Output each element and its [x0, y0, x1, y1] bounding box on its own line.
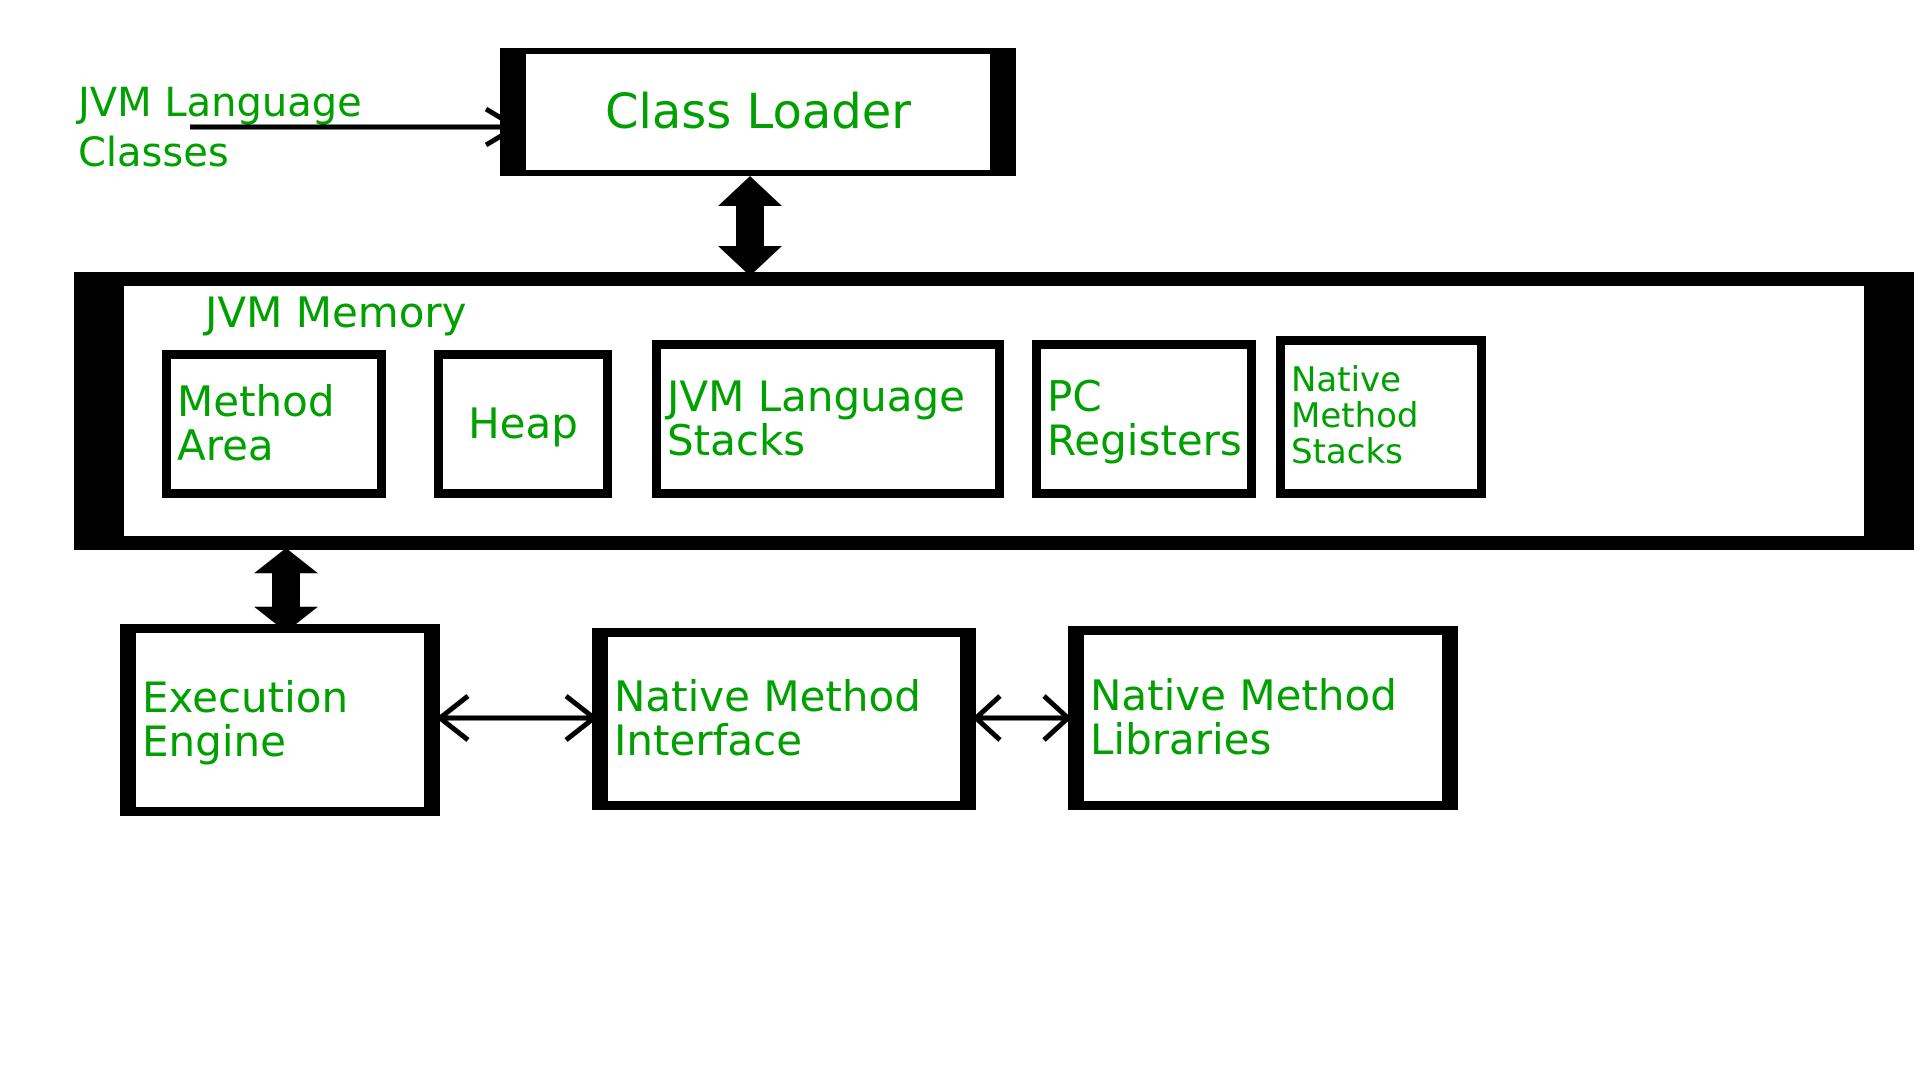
jvm-architecture-diagram: JVM Language Classes Class Loader JVM Me… — [0, 0, 1920, 1080]
memory-cell-heap[interactable]: Heap — [434, 350, 612, 498]
jvm-memory-title: JVM Memory — [205, 288, 467, 337]
native-method-interface-label: Native Method Interface — [614, 671, 921, 765]
method-area-label: Method Area — [177, 376, 335, 470]
memory-cell-native-method-stacks[interactable]: Native Method Stacks — [1276, 336, 1486, 498]
arrow-execution-engine-to-native-method-interface — [435, 694, 599, 742]
jvm-language-stacks-label: JVM Language Stacks — [667, 371, 965, 465]
native-method-interface-box[interactable]: Native Method Interface — [592, 628, 976, 810]
native-method-libraries-label: Native Method Libraries — [1090, 670, 1397, 764]
memory-cell-method-area[interactable]: Method Area — [162, 350, 386, 498]
memory-cell-pc-registers[interactable]: PC Registers — [1032, 340, 1256, 498]
native-method-libraries-box[interactable]: Native Method Libraries — [1068, 626, 1458, 810]
arrow-native-method-interface-to-native-method-libraries — [972, 694, 1072, 742]
arrow-classes-to-class-loader — [190, 106, 521, 148]
native-method-stacks-label: Native Method Stacks — [1291, 360, 1419, 472]
class-loader-box[interactable]: Class Loader — [500, 48, 1016, 176]
heap-label: Heap — [468, 398, 578, 448]
pc-registers-label: PC Registers — [1047, 371, 1242, 465]
execution-engine-label: Execution Engine — [142, 672, 349, 766]
arrow-jvm-memory-to-execution-engine — [254, 548, 318, 632]
class-loader-label: Class Loader — [605, 84, 911, 140]
arrow-class-loader-to-jvm-memory — [718, 176, 782, 276]
execution-engine-box[interactable]: Execution Engine — [120, 624, 440, 816]
memory-cell-jvm-language-stacks[interactable]: JVM Language Stacks — [652, 340, 1004, 498]
